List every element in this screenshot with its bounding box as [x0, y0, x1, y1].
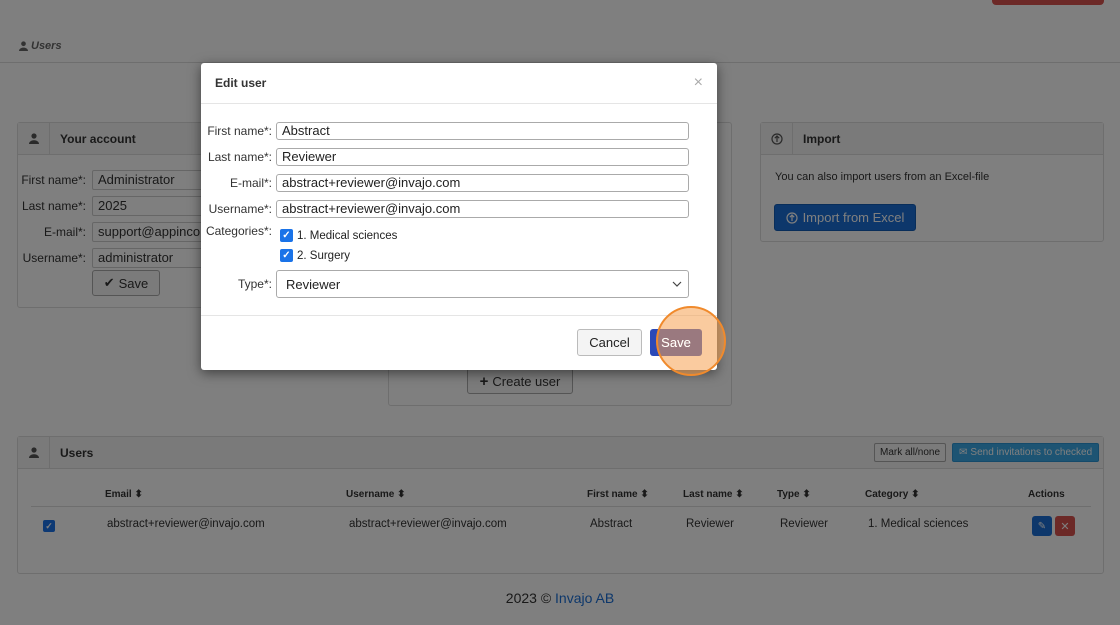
type-select[interactable]: Reviewer — [276, 270, 689, 298]
category-checkbox[interactable]: ✓ — [280, 249, 293, 262]
category-checkbox[interactable]: ✓ — [280, 229, 293, 242]
close-icon[interactable]: × — [694, 74, 703, 92]
email-row: E-mail*: abstract+reviewer@invajo.com — [201, 174, 689, 192]
first-name-row: First name*: Abstract — [201, 122, 689, 140]
category-label: 1. Medical sciences — [297, 229, 398, 242]
type-label: Type*: — [237, 277, 272, 291]
category-label: 2. Surgery — [297, 249, 351, 262]
cancel-button[interactable]: Cancel — [577, 329, 642, 356]
username-label: Username*: — [208, 202, 272, 216]
type-row: Type*: Reviewer — [201, 270, 689, 298]
category-option-2[interactable]: ✓ 2. Surgery — [280, 249, 350, 262]
last-name-row: Last name*: Reviewer — [201, 148, 689, 166]
save-button-label-overlay[interactable]: Save — [650, 329, 702, 356]
modal-title: Edit user — [215, 76, 267, 90]
edit-user-modal: Edit user × First name*: Abstract Last n… — [201, 63, 717, 370]
modal-header: Edit user × — [201, 63, 717, 104]
username-row: Username*: abstract+reviewer@invajo.com — [201, 200, 689, 218]
last-name-input[interactable]: Reviewer — [276, 148, 689, 166]
first-name-input[interactable]: Abstract — [276, 122, 689, 140]
email-label: E-mail*: — [229, 176, 272, 190]
first-name-label: First name*: — [207, 124, 272, 138]
chevron-down-icon — [672, 281, 682, 287]
email-input[interactable]: abstract+reviewer@invajo.com — [276, 174, 689, 192]
category-option-1[interactable]: ✓ 1. Medical sciences — [280, 229, 397, 242]
categories-label: Categories*: — [205, 224, 272, 238]
modal-footer-divider — [201, 315, 717, 316]
username-input[interactable]: abstract+reviewer@invajo.com — [276, 200, 689, 218]
type-select-value: Reviewer — [286, 276, 341, 292]
last-name-label: Last name*: — [207, 150, 272, 164]
